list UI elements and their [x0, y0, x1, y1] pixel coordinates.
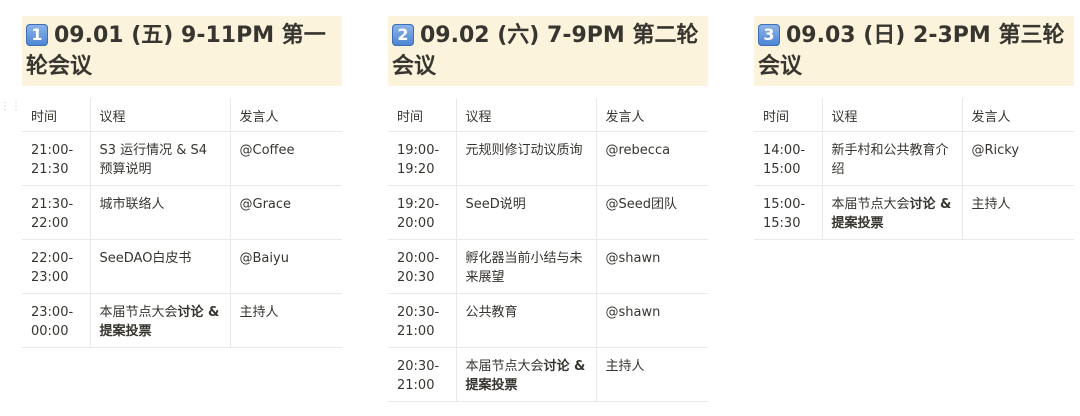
agenda-cell[interactable]: 新手村和公共教育介绍: [821, 130, 963, 186]
agenda-text: S3 运行情况 & S4 预算说明: [99, 142, 208, 177]
agenda-text: 新手村和公共教育介绍: [831, 142, 949, 177]
speaker-cell[interactable]: 主持人: [961, 184, 1074, 240]
agenda-table: 时间 议程 发言人 14:00-15:00 新手村和公共教育介绍 @Ricky 15:00-…: [754, 98, 1074, 240]
session-title: 09.03 (日) 2-3PM 第三轮会议: [758, 23, 1065, 79]
agenda-text: 本届节点大会: [99, 304, 178, 320]
time-cell[interactable]: 21:30-22:00: [22, 184, 91, 240]
time-cell[interactable]: 19:00-19:20: [388, 130, 457, 186]
session-column-1: 1 09.01 (五) 9-11PM 第一轮会议 时间 议程 发言人 21:00-21:3…: [22, 16, 342, 348]
time-cell[interactable]: 23:00-00:00: [22, 292, 91, 348]
table-row: 15:00-15:30 本届节点大会讨论 & 提案投票 主持人: [754, 184, 1074, 240]
speaker-cell[interactable]: @shawn: [595, 292, 708, 348]
time-cell[interactable]: 15:00-15:30: [754, 184, 823, 240]
agenda-cell[interactable]: S3 运行情况 & S4 预算说明: [89, 130, 231, 186]
agenda-text: 本届节点大会: [831, 196, 910, 212]
time-cell[interactable]: 20:30-21:00: [388, 292, 457, 348]
speaker-cell[interactable]: 主持人: [595, 346, 708, 402]
table-row: 20:00-20:30 孵化器当前小结与未来展望 @shawn: [388, 238, 708, 294]
agenda-cell[interactable]: 本届节点大会讨论 & 提案投票: [455, 346, 597, 402]
header-speaker: 发言人: [961, 98, 1074, 132]
table-row: 22:00-23:00 SeeDAO白皮书 @Baiyu: [22, 238, 342, 294]
agenda-cell[interactable]: 本届节点大会讨论 & 提案投票: [89, 292, 231, 348]
time-cell[interactable]: 19:20-20:00: [388, 184, 457, 240]
speaker-cell[interactable]: @Coffee: [229, 130, 342, 186]
time-cell[interactable]: 20:30-21:00: [388, 346, 457, 402]
agenda-cell[interactable]: SeeD说明: [455, 184, 597, 240]
speaker-cell[interactable]: @Grace: [229, 184, 342, 240]
agenda-text: 本届节点大会: [465, 358, 544, 374]
agenda-cell[interactable]: SeeDAO白皮书: [89, 238, 231, 294]
header-speaker: 发言人: [229, 98, 342, 132]
drag-handle-icon[interactable]: ⋮⋮: [0, 102, 21, 118]
agenda-text: SeeDAO白皮书: [99, 250, 192, 266]
keycap-number-icon: 1: [26, 24, 48, 46]
keycap-number-icon: 3: [758, 24, 780, 46]
header-agenda: 议程: [89, 98, 231, 132]
agenda-text: SeeD说明: [465, 196, 526, 212]
table-row: 20:30-21:00 本届节点大会讨论 & 提案投票 主持人: [388, 346, 708, 402]
table-row: 21:30-22:00 城市联络人 @Grace: [22, 184, 342, 240]
agenda-table: 时间 议程 发言人 21:00-21:30 S3 运行情况 & S4 预算说明 @Coff…: [22, 98, 342, 348]
agenda-text: 孵化器当前小结与未来展望: [465, 250, 583, 285]
time-cell[interactable]: 21:00-21:30: [22, 130, 91, 186]
speaker-cell[interactable]: @rebecca: [595, 130, 708, 186]
agenda-cell[interactable]: 本届节点大会讨论 & 提案投票: [821, 184, 963, 240]
agenda-text: 元规则修订动议质询: [465, 142, 583, 158]
agenda-cell[interactable]: 城市联络人: [89, 184, 231, 240]
keycap-number-icon: 2: [392, 24, 414, 46]
table-row: 19:00-19:20 元规则修订动议质询 @rebecca: [388, 130, 708, 186]
table-header-row: 时间 议程 发言人: [388, 98, 708, 132]
table-row: 14:00-15:00 新手村和公共教育介绍 @Ricky: [754, 130, 1074, 186]
agenda-text: 公共教育: [465, 304, 518, 320]
session-heading: 3 09.03 (日) 2-3PM 第三轮会议: [754, 16, 1074, 86]
session-heading: 1 09.01 (五) 9-11PM 第一轮会议: [22, 16, 342, 86]
agenda-cell[interactable]: 元规则修订动议质询: [455, 130, 597, 186]
speaker-cell[interactable]: @Seed团队: [595, 184, 708, 240]
speaker-cell[interactable]: @Ricky: [961, 130, 1074, 186]
agenda-text: 城市联络人: [99, 196, 165, 212]
agenda-cell[interactable]: 公共教育: [455, 292, 597, 348]
agenda-cell[interactable]: 孵化器当前小结与未来展望: [455, 238, 597, 294]
speaker-cell[interactable]: @Baiyu: [229, 238, 342, 294]
time-cell[interactable]: 22:00-23:00: [22, 238, 91, 294]
session-title: 09.01 (五) 9-11PM 第一轮会议: [26, 23, 326, 79]
speaker-cell[interactable]: 主持人: [229, 292, 342, 348]
table-header-row: 时间 议程 发言人: [22, 98, 342, 132]
speaker-cell[interactable]: @shawn: [595, 238, 708, 294]
table-row: 23:00-00:00 本届节点大会讨论 & 提案投票 主持人: [22, 292, 342, 348]
session-heading: 2 09.02 (六) 7-9PM 第二轮会议: [388, 16, 708, 86]
session-column-2: 2 09.02 (六) 7-9PM 第二轮会议 时间 议程 发言人 19:00-19:20…: [388, 16, 708, 402]
table-row: 20:30-21:00 公共教育 @shawn: [388, 292, 708, 348]
time-cell[interactable]: 14:00-15:00: [754, 130, 823, 186]
session-title: 09.02 (六) 7-9PM 第二轮会议: [392, 23, 699, 79]
table-row: 21:00-21:30 S3 运行情况 & S4 预算说明 @Coffee: [22, 130, 342, 186]
session-column-3: 3 09.03 (日) 2-3PM 第三轮会议 时间 议程 发言人 14:00-15:00…: [754, 16, 1074, 240]
table-header-row: 时间 议程 发言人: [754, 98, 1074, 132]
header-time: 时间: [22, 98, 91, 132]
header-agenda: 议程: [821, 98, 963, 132]
time-cell[interactable]: 20:00-20:30: [388, 238, 457, 294]
header-agenda: 议程: [455, 98, 597, 132]
header-time: 时间: [388, 98, 457, 132]
agenda-table: 时间 议程 发言人 19:00-19:20 元规则修订动议质询 @rebecca 19:20…: [388, 98, 708, 402]
header-speaker: 发言人: [595, 98, 708, 132]
table-row: 19:20-20:00 SeeD说明 @Seed团队: [388, 184, 708, 240]
header-time: 时间: [754, 98, 823, 132]
